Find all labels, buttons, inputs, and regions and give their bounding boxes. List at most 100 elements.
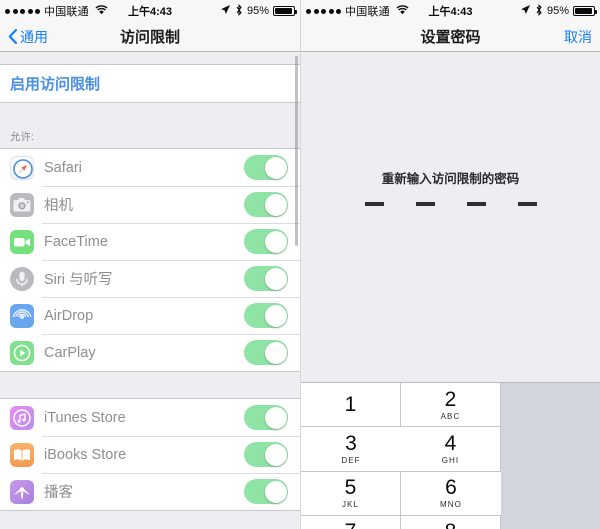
- key-number: 1: [344, 393, 357, 417]
- siri-icon: [10, 266, 34, 291]
- top-spacer: [0, 52, 300, 64]
- navigation-bar-left: 通用 访问限制: [0, 22, 300, 52]
- dual-screenshot-container: 中国联通 上午4:43 95% 通用 访问限制 启用访问限制 允许: Safar…: [0, 0, 600, 529]
- row-ibooks-store[interactable]: iBooks Store: [0, 436, 300, 473]
- toggle-carplay[interactable]: [244, 340, 288, 365]
- row-label: Safari: [44, 159, 82, 176]
- passcode-slot: [415, 202, 435, 206]
- row-itunes-store[interactable]: iTunes Store: [0, 399, 300, 436]
- row-carplay[interactable]: CarPlay: [0, 334, 300, 371]
- status-bar-carrier-group: 中国联通: [5, 3, 108, 19]
- status-bar-left: 中国联通 上午4:43 95%: [0, 0, 300, 22]
- row-label: AirDrop: [44, 307, 94, 324]
- passcode-slot: [517, 202, 537, 206]
- back-button-label: 通用: [20, 28, 48, 45]
- signal-strength-dots-icon: [5, 8, 40, 14]
- toggle-camera[interactable]: [244, 192, 288, 217]
- row-airdrop[interactable]: AirDrop: [0, 297, 300, 334]
- keypad-key-2[interactable]: 2 ABC: [401, 383, 501, 428]
- keypad-key-4[interactable]: 4 GHI: [401, 427, 501, 472]
- passcode-entry-area: 重新输入访问限制的密码: [301, 52, 600, 382]
- keypad-key-1[interactable]: 1: [301, 383, 401, 428]
- key-letters: GHI: [441, 455, 460, 465]
- row-siri[interactable]: Siri 与听写: [0, 260, 300, 297]
- status-bar-right: 中国联通 上午4:43 95%: [301, 0, 600, 22]
- wifi-icon: [95, 4, 108, 18]
- row-label: 相机: [44, 198, 73, 214]
- toggle-airdrop[interactable]: [244, 303, 288, 328]
- location-arrow-icon: [220, 4, 231, 18]
- row-camera[interactable]: 相机: [0, 186, 300, 223]
- toggle-safari[interactable]: [244, 155, 288, 180]
- passcode-slot: [364, 202, 384, 206]
- key-number: 4: [444, 431, 457, 455]
- key-number: 3: [345, 431, 357, 455]
- keypad-key-7[interactable]: 7 PQRS: [301, 515, 401, 529]
- row-podcasts[interactable]: 播客: [0, 473, 300, 510]
- passcode-slots: [301, 202, 600, 206]
- stores-group: iTunes Store iBooks Store 播客: [0, 398, 300, 511]
- enable-restrictions-label: 启用访问限制: [10, 76, 101, 93]
- back-button[interactable]: 通用: [8, 27, 48, 47]
- carrier-label: 中国联通: [345, 6, 390, 18]
- restrictions-screen: 中国联通 上午4:43 95% 通用 访问限制 启用访问限制 允许: Safar…: [0, 0, 300, 529]
- cancel-button[interactable]: 取消: [564, 27, 592, 47]
- ibooks-icon: [10, 442, 34, 467]
- podcasts-icon: [10, 479, 34, 504]
- battery-icon: [573, 6, 597, 16]
- key-number: 6: [445, 476, 457, 500]
- battery-percent-label: 95%: [546, 5, 569, 17]
- keypad-key-8[interactable]: 8 TUV: [401, 515, 501, 529]
- row-label: CarPlay: [44, 344, 96, 361]
- signal-strength-dots-icon: [306, 8, 341, 14]
- row-safari[interactable]: Safari: [0, 149, 300, 186]
- allow-section-header: 允许:: [10, 131, 34, 143]
- passcode-page-title: 设置密码: [420, 29, 481, 46]
- passcode-prompt: 重新输入访问限制的密码: [381, 172, 520, 186]
- toggle-ibooks-store[interactable]: [244, 442, 288, 467]
- key-letters: MNO: [440, 500, 462, 510]
- keypad-key-3[interactable]: 3 DEF: [301, 427, 401, 472]
- row-facetime[interactable]: FaceTime: [0, 223, 300, 260]
- key-letters: JKL: [341, 500, 360, 510]
- section-gap-2: [0, 372, 300, 398]
- key-number: 8: [445, 521, 457, 529]
- carplay-icon: [10, 340, 34, 365]
- status-bar-indicators: 95%: [520, 3, 597, 19]
- bluetooth-icon: [235, 3, 243, 19]
- settings-scroll-area[interactable]: 启用访问限制 允许: Safari 相机 FaceTime Siri 与听写 A…: [0, 52, 300, 529]
- enable-restrictions-row[interactable]: 启用访问限制: [0, 65, 300, 102]
- camera-icon: [10, 192, 34, 217]
- key-number: 5: [344, 476, 357, 500]
- airdrop-icon: [10, 303, 34, 328]
- wifi-icon: [396, 4, 409, 18]
- location-arrow-icon: [520, 4, 531, 18]
- allow-apps-group: Safari 相机 FaceTime Siri 与听写 AirDrop CarP…: [0, 148, 300, 372]
- toggle-facetime[interactable]: [244, 229, 288, 254]
- safari-icon: [10, 155, 34, 180]
- passcode-slot: [466, 202, 486, 206]
- numeric-keypad: 1 2 ABC 3 DEF 4 GHI 5 JKL 6 MNO: [301, 382, 600, 529]
- battery-icon: [273, 6, 297, 16]
- keypad-key-5[interactable]: 5 JKL: [301, 471, 401, 516]
- toggle-itunes-store[interactable]: [244, 405, 288, 430]
- status-bar-indicators: 95%: [220, 3, 297, 19]
- section-gap-1: [0, 103, 300, 129]
- keypad-key-6[interactable]: 6 MNO: [401, 471, 501, 516]
- toggle-podcasts[interactable]: [244, 479, 288, 504]
- enable-restrictions-group: 启用访问限制: [0, 64, 300, 103]
- row-label: FaceTime: [44, 233, 108, 250]
- facetime-icon: [10, 229, 34, 254]
- vertical-scrollbar[interactable]: [295, 56, 298, 246]
- battery-percent-label: 95%: [246, 5, 269, 17]
- chevron-left-icon: [8, 29, 17, 44]
- key-number: 2: [444, 387, 457, 411]
- set-passcode-screen: 中国联通 上午4:43 95% 设置密码 取消 重新输入访问限制的密码 1 2 …: [300, 0, 600, 529]
- key-number: 7: [345, 521, 357, 529]
- row-label: 播客: [44, 485, 73, 501]
- key-letters: ABC: [440, 411, 461, 421]
- row-label: iTunes Store: [44, 409, 126, 426]
- key-letters: DEF: [341, 455, 361, 465]
- navigation-bar-right: 设置密码 取消: [301, 22, 600, 52]
- toggle-siri[interactable]: [244, 266, 288, 291]
